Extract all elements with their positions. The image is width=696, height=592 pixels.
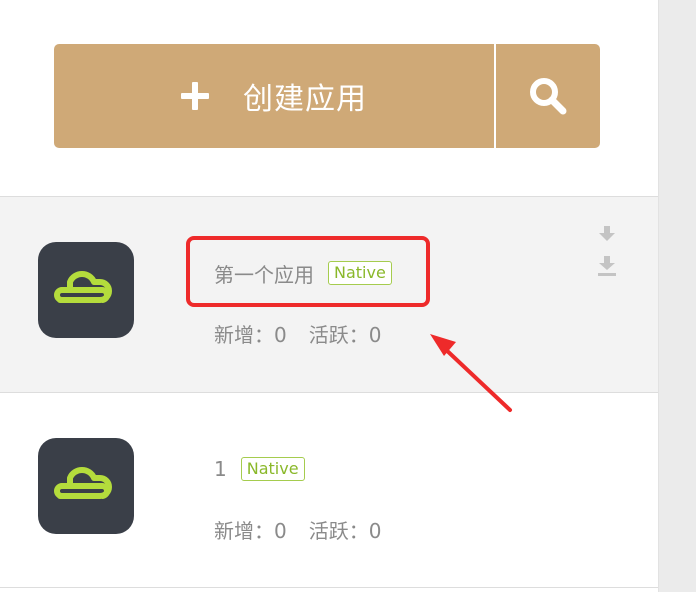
native-badge: Native (240, 457, 305, 481)
create-app-label: 创建应用 (243, 82, 367, 117)
right-panel-edge (658, 0, 696, 592)
new-users-value: 0 (274, 323, 287, 347)
app-logo-icon (54, 271, 112, 303)
app-list-page: 创建应用 第一个应用 Native 新增：0 活跃：0 1 Native 新增：… (0, 0, 696, 592)
active-users-value: 0 (368, 519, 382, 543)
download-icon[interactable] (596, 223, 618, 245)
create-app-button[interactable]: 创建应用 (54, 44, 494, 148)
new-users-label: 新增： (214, 323, 274, 347)
app-name[interactable]: 1 (214, 457, 227, 481)
app-stats: 新增：0 活跃：0 (214, 319, 403, 348)
search-button[interactable] (496, 44, 600, 148)
app-row[interactable]: 1 Native 新增：0 活跃：0 (0, 392, 658, 588)
annotation-arrow-icon (430, 334, 512, 412)
app-stats: 新增：0 活跃：0 (214, 515, 403, 544)
active-users-label: 活跃： (308, 323, 369, 347)
new-users-stat: 新增：0 (214, 319, 287, 348)
app-logo[interactable] (38, 438, 134, 534)
new-users-label: 新增： (214, 519, 274, 543)
active-users-label: 活跃： (308, 519, 369, 543)
new-users-value: 0 (274, 519, 287, 543)
plus-icon (181, 82, 209, 110)
app-logo[interactable] (38, 242, 134, 338)
app-title-line: 1 Native (214, 455, 305, 483)
download-tray-icon[interactable] (596, 255, 618, 277)
annotation-highlight-box (186, 236, 430, 307)
active-users-value: 0 (368, 323, 382, 347)
download-actions (596, 223, 618, 287)
active-users-stat: 活跃：0 (309, 515, 382, 544)
search-icon (530, 78, 567, 115)
active-users-stat: 活跃：0 (309, 319, 382, 348)
toolbar: 创建应用 (54, 44, 600, 148)
app-logo-icon (54, 467, 112, 499)
new-users-stat: 新增：0 (214, 515, 287, 544)
